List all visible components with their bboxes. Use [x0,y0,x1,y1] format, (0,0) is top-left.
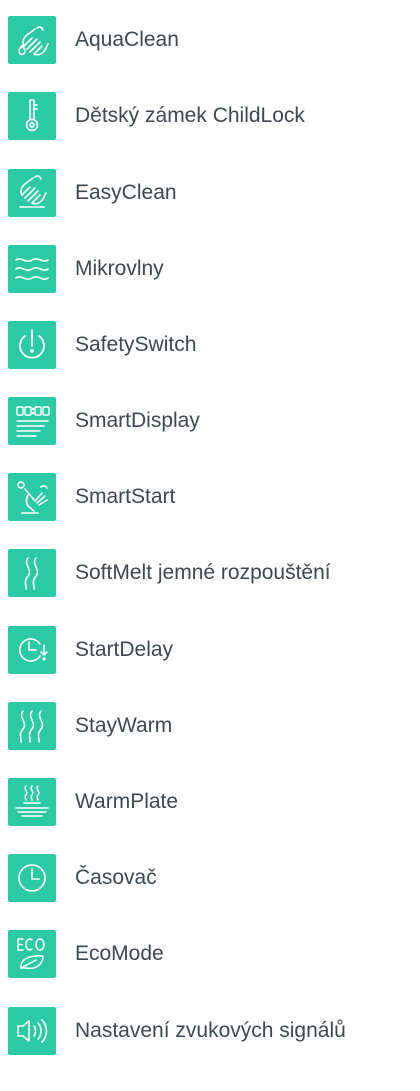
clock-delay-icon [8,626,56,674]
feature-label: EcoMode [75,942,164,965]
power-icon [8,321,56,369]
feature-label: Mikrovlny [75,257,164,280]
warm-plate-icon [8,778,56,826]
hand-start-icon [8,473,56,521]
warm-waves-icon [8,702,56,750]
feature-item-startdelay: StartDelay [0,626,420,674]
speaker-sound-icon [8,1007,56,1055]
feature-label: SafetySwitch [75,333,197,356]
feature-item-casovac: Časovač [0,854,420,902]
feature-label: SmartDisplay [75,409,200,432]
feature-label: SmartStart [75,485,176,508]
feature-label: AquaClean [75,28,179,51]
feature-item-smartdisplay: SmartDisplay [0,397,420,445]
feature-label: WarmPlate [75,790,179,813]
feature-item-softmelt: SoftMelt jemné rozpouštění [0,549,420,597]
key-lock-icon [8,92,56,140]
feature-label: EasyClean [75,181,177,204]
feature-item-easyclean: EasyClean [0,169,420,217]
digital-display-icon [8,397,56,445]
feature-item-staywarm: StayWarm [0,702,420,750]
feature-item-smartstart: SmartStart [0,473,420,521]
feature-label: Časovač [75,866,157,889]
feature-item-aquaclean: AquaClean [0,16,420,64]
eco-leaf-icon [8,930,56,978]
feature-label: SoftMelt jemné rozpouštění [75,561,331,584]
feature-item-childlock: Dětský zámek ChildLock [0,92,420,140]
feature-item-ecomode: EcoMode [0,930,420,978]
microwave-waves-icon [8,245,56,293]
feature-label: StayWarm [75,714,173,737]
feature-label: Nastavení zvukových signálů [75,1019,346,1042]
feature-item-mikrovlny: Mikrovlny [0,245,420,293]
soft-melt-waves-icon [8,549,56,597]
timer-clock-icon [8,854,56,902]
hand-wash-drop-icon [8,16,56,64]
feature-item-warmplate: WarmPlate [0,778,420,826]
hand-wipe-icon [8,169,56,217]
feature-label: Dětský zámek ChildLock [75,104,305,127]
feature-item-safetyswitch: SafetySwitch [0,321,420,369]
feature-label: StartDelay [75,638,174,661]
feature-item-zvukove-signaly: Nastavení zvukových signálů [0,1007,420,1055]
